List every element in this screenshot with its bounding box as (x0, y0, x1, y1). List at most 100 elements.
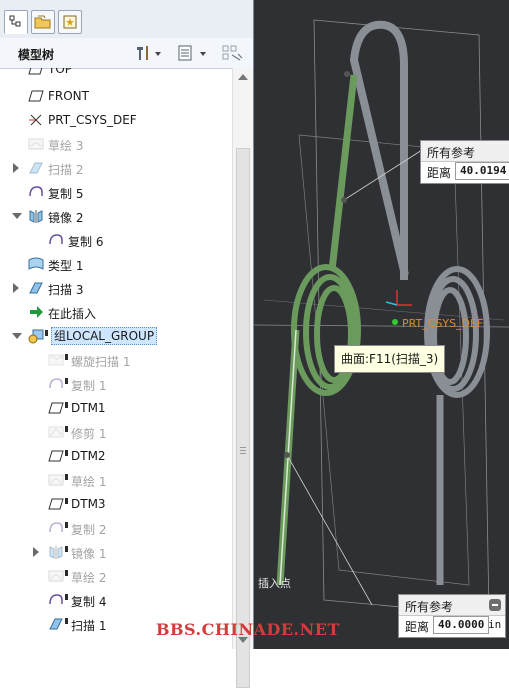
sweep-icon (28, 280, 44, 296)
local-group-marker (65, 354, 68, 360)
tree-item[interactable]: 在此插入 (0, 302, 232, 322)
local-group-marker (65, 474, 68, 480)
local-group-marker (65, 378, 68, 384)
copy-surface-icon (48, 592, 64, 608)
group-icon (28, 328, 44, 344)
filter-grid-icon (222, 45, 243, 61)
datum-plane-icon (28, 88, 44, 104)
collapse-arrow-icon[interactable] (12, 213, 22, 219)
tree-item[interactable]: 复制 4 (0, 590, 232, 610)
sweep-icon (28, 160, 44, 176)
vertical-scrollbar[interactable] (232, 68, 253, 688)
tree-item-label: DTM2 (71, 449, 106, 463)
tree-item-label: 复制 5 (48, 187, 84, 201)
tree-item-label: 草绘 2 (71, 571, 107, 585)
tree-item[interactable]: 镜像 2 (0, 206, 232, 226)
tree-item[interactable]: 类型 1 (0, 254, 232, 274)
insert-here-arrow-icon (28, 304, 44, 320)
model-tree-icon (9, 15, 21, 27)
datum-plane-icon (28, 68, 44, 77)
tree-item-label: 镜像 2 (48, 211, 84, 225)
tree-item[interactable]: 螺旋扫描 1 (0, 350, 232, 370)
tree-item-label: 草绘 3 (48, 139, 84, 153)
tab-favorites[interactable] (58, 10, 82, 34)
distance-label: 距离 (405, 620, 430, 634)
insert-point-label: 插入点 (258, 577, 291, 590)
sketch-icon (48, 568, 64, 584)
collapse-minus-icon[interactable] (489, 599, 501, 611)
tree-item[interactable]: 复制 2 (0, 518, 232, 538)
trim-icon (48, 424, 64, 440)
tree-item[interactable]: 组LOCAL_GROUP (0, 326, 232, 346)
tree-item-label: DTM1 (71, 401, 106, 415)
tab-folder-browser[interactable] (31, 10, 55, 34)
tree-item-label: 扫描 3 (48, 283, 84, 297)
tree-settings-button[interactable] (134, 44, 164, 62)
unit-label: in (488, 618, 502, 631)
tree-item-label: 草绘 1 (71, 475, 107, 489)
tree-item[interactable]: 复制 1 (0, 374, 232, 394)
local-group-marker (65, 498, 68, 504)
local-group-marker (65, 570, 68, 576)
tree-item-label: FRONT (48, 89, 89, 103)
scrollbar-thumb[interactable] (236, 148, 250, 688)
distance-value-field[interactable]: 40.0000 (433, 616, 490, 634)
type-feature-icon (28, 256, 44, 272)
graphics-viewport[interactable]: PRT_CSYS_DEF 插入点 所有参考 距离 40.0194 所有参考 距离… (254, 0, 509, 649)
model-tree: TOP FRONT PRT_CSYS_DEF 草绘 3 扫描 2 复制 5 镜像 2 复制 6… (0, 68, 232, 649)
tree-item[interactable]: 镜像 1 (0, 542, 232, 562)
tree-item-label: TOP (48, 68, 73, 76)
folder-icon (34, 15, 51, 29)
local-group-marker (65, 522, 68, 528)
tree-item[interactable]: DTM2 (0, 446, 232, 466)
tree-item[interactable]: 扫描 3 (0, 278, 232, 298)
tree-item-label: 类型 1 (48, 259, 84, 273)
tree-item[interactable]: DTM3 (0, 494, 232, 514)
reference-callout-bottom[interactable]: 所有参考 距离 40.0000 in (398, 594, 506, 638)
local-group-marker (65, 618, 68, 624)
expand-arrow-icon[interactable] (13, 283, 19, 293)
mirror-icon (48, 544, 64, 560)
tree-item-label: 扫描 1 (71, 619, 107, 633)
local-group-marker (65, 450, 68, 456)
tab-model-tree[interactable] (4, 10, 28, 34)
tools-icon (137, 46, 161, 60)
sketch-icon (48, 472, 64, 488)
distance-label: 距离 (427, 166, 452, 180)
mirror-icon (28, 208, 44, 224)
copy-surface-icon (48, 376, 64, 392)
tree-item[interactable]: 草绘 2 (0, 566, 232, 586)
tree-item[interactable]: 复制 5 (0, 182, 232, 202)
copy-surface-icon (28, 184, 44, 200)
tree-item[interactable]: FRONT (0, 86, 232, 106)
tree-item-label: PRT_CSYS_DEF (48, 113, 137, 127)
tree-item-label: 复制 2 (71, 523, 107, 537)
model-tree-panel: 模型树 TOP FRONT PRT_CSYS_DEF 草绘 3 扫描 2 复制 … (0, 0, 254, 688)
tree-item[interactable]: TOP (0, 68, 232, 79)
reference-callout-top[interactable]: 所有参考 距离 40.0194 (420, 140, 509, 184)
tree-item[interactable]: PRT_CSYS_DEF (0, 110, 232, 130)
expand-arrow-icon[interactable] (13, 163, 19, 173)
filter-button[interactable] (220, 44, 246, 62)
surface-tooltip: 曲面:F11(扫描_3) (334, 345, 446, 373)
tree-item[interactable]: 草绘 3 (0, 134, 232, 154)
collapse-arrow-icon[interactable] (12, 333, 22, 339)
helical-sweep-icon (48, 352, 64, 368)
datum-plane-icon (48, 400, 64, 416)
tree-item[interactable]: DTM1 (0, 398, 232, 418)
scroll-up-arrow-icon[interactable] (238, 74, 248, 80)
tree-item-label: DTM3 (71, 497, 106, 511)
callout-title: 所有参考 (427, 146, 476, 160)
distance-value-field[interactable]: 40.0194 (455, 162, 509, 180)
copy-surface-icon (48, 520, 64, 536)
tree-item-label: 在此插入 (48, 307, 97, 321)
tree-item[interactable]: 扫描 2 (0, 158, 232, 178)
tree-item-label: 镜像 1 (71, 547, 107, 561)
local-group-marker (65, 426, 68, 432)
tree-item[interactable]: 草绘 1 (0, 470, 232, 490)
tree-item-label: 组LOCAL_GROUP (51, 327, 158, 345)
expand-arrow-icon[interactable] (33, 547, 39, 557)
tree-item[interactable]: 复制 6 (0, 230, 232, 250)
show-columns-button[interactable] (176, 44, 210, 62)
tree-item[interactable]: 修剪 1 (0, 422, 232, 442)
